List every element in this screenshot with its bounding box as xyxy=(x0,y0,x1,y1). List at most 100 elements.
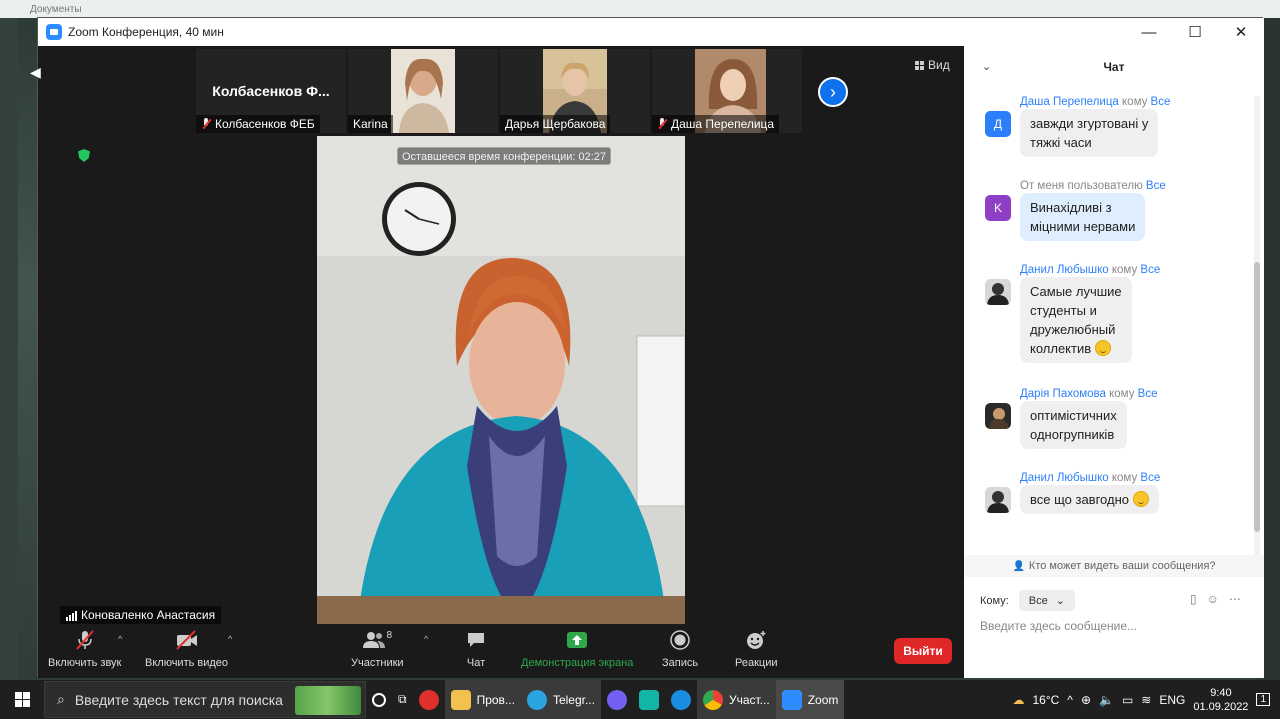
app-label: Пров... xyxy=(476,692,515,707)
message-header: Данил Любышко кому Все xyxy=(1020,472,1160,484)
message-text: Винахідливі з xyxy=(1030,200,1112,215)
participant-tile[interactable]: Даша Перепелица xyxy=(652,49,802,133)
view-label: Вид xyxy=(928,58,950,72)
chevron-down-icon[interactable]: ⌄ xyxy=(982,60,991,73)
participant-name: Колбасенков ФЕБ xyxy=(215,117,315,131)
start-video-button[interactable]: Включить видео xyxy=(145,629,228,669)
participants-button[interactable]: 8 Участники xyxy=(351,629,404,670)
battery-icon[interactable]: ▭ xyxy=(1122,693,1133,707)
recipient-name[interactable]: Все xyxy=(1146,180,1166,192)
more-icon[interactable]: ⋯ xyxy=(1229,592,1241,606)
sender-name[interactable]: Данил Любышко xyxy=(1020,264,1109,276)
share-screen-button[interactable]: Демонстрация экрана xyxy=(521,629,633,669)
message-text: студенты и xyxy=(1030,303,1097,318)
taskbar: ⌕ Введите здесь текст для поиска ⧉ Пров.… xyxy=(0,680,1280,719)
chevron-up-icon[interactable]: ^ xyxy=(1067,693,1073,707)
edge-app[interactable] xyxy=(665,680,697,719)
speaker-video-frame xyxy=(317,136,685,625)
recipient-name[interactable]: Все xyxy=(1140,264,1160,276)
file-icon[interactable]: ▯ xyxy=(1190,592,1197,606)
next-page-button[interactable]: › xyxy=(818,77,848,107)
zoom-app[interactable]: Zoom xyxy=(775,680,845,719)
sender-name[interactable]: Даша Перепелица xyxy=(1020,96,1119,108)
back-arrow-icon[interactable]: ◀ xyxy=(30,64,41,81)
weather-temp[interactable]: 16°C xyxy=(1032,693,1059,707)
mic-muted-icon xyxy=(657,118,667,130)
avatar xyxy=(985,279,1011,305)
weather-cloud-icon[interactable]: ☁ xyxy=(1012,693,1024,707)
task-view-button[interactable]: ⧉ xyxy=(392,680,413,719)
close-button[interactable]: ✕ xyxy=(1218,18,1264,46)
telegram-app[interactable]: Telegr... xyxy=(520,680,601,719)
window-title: Zoom Конференция, 40 мин xyxy=(68,25,224,39)
message-text: одногрупників xyxy=(1030,427,1115,442)
viber-app[interactable] xyxy=(601,680,633,719)
notifications-icon[interactable]: 1 xyxy=(1256,693,1270,706)
app-label: Telegr... xyxy=(552,692,595,707)
task-view-button[interactable] xyxy=(366,680,392,719)
wifi-icon[interactable]: ≋ xyxy=(1141,693,1151,707)
clock[interactable]: 9:40 01.09.2022 xyxy=(1193,686,1248,714)
share-screen-label: Демонстрация экрана xyxy=(521,657,634,669)
taskbar-search[interactable]: ⌕ Введите здесь текст для поиска xyxy=(44,681,366,718)
maximize-button[interactable]: ☐ xyxy=(1172,18,1218,46)
message-text: все що завгодно xyxy=(1030,492,1129,507)
participant-tile[interactable]: Колбасенков Ф... Колбасенков ФЕБ xyxy=(196,49,346,133)
recipient-label: Кому: xyxy=(980,594,1009,607)
explorer-app[interactable]: Пров... xyxy=(444,680,521,719)
participants-count: 8 xyxy=(386,629,393,641)
chat-message: От меня пользователю Все K Винахідливі з… xyxy=(964,180,1254,250)
security-shield-icon[interactable] xyxy=(78,149,90,162)
minimize-button[interactable]: — xyxy=(1126,18,1172,46)
chat-input[interactable]: Введите здесь сообщение... xyxy=(980,619,1137,633)
record-button[interactable]: Запись xyxy=(662,629,698,669)
messages-app[interactable] xyxy=(633,680,665,719)
chat-message: Дарія Пахомова кому Все оптимістичних одн… xyxy=(964,388,1254,458)
opera-app[interactable] xyxy=(413,680,445,719)
network-icon[interactable]: ⊕ xyxy=(1081,693,1091,707)
chat-title: Чат xyxy=(1103,60,1125,74)
participants-icon xyxy=(362,632,385,648)
recipient-dropdown[interactable]: Все ⌄ xyxy=(1018,590,1075,611)
leave-button[interactable]: Выйти xyxy=(894,638,952,664)
reactions-label: Реакции xyxy=(735,657,778,669)
audio-options-caret-icon[interactable]: ^ xyxy=(118,634,122,644)
participants-options-caret-icon[interactable]: ^ xyxy=(424,634,428,644)
person-icon: 👤 xyxy=(1012,560,1025,572)
volume-icon[interactable]: 🔈 xyxy=(1099,693,1114,707)
video-options-caret-icon[interactable]: ^ xyxy=(228,634,232,644)
message-bubble: завжди згуртовані у тяжкі часи xyxy=(1020,109,1159,157)
recipient-name[interactable]: Все xyxy=(1151,96,1171,108)
clock-time: 9:40 xyxy=(1210,686,1232,699)
search-highlight-image xyxy=(295,686,361,715)
start-button[interactable] xyxy=(0,680,44,719)
sender-name[interactable]: Данил Любышко xyxy=(1020,472,1109,484)
emoji-icon[interactable]: ☺ xyxy=(1207,592,1219,606)
chrome-app[interactable]: Участ... xyxy=(696,680,776,719)
sender-name[interactable]: Дарія Пахомова xyxy=(1020,388,1106,400)
search-icon: ⌕ xyxy=(57,691,65,707)
search-placeholder: Введите здесь текст для поиска xyxy=(74,691,283,708)
participant-tile[interactable]: Дарья Щербакова xyxy=(500,49,650,133)
viber-icon xyxy=(606,689,627,710)
mic-muted-icon xyxy=(201,118,211,130)
reactions-button[interactable]: Реакции xyxy=(735,629,778,669)
view-button[interactable]: Вид xyxy=(915,58,950,72)
participant-video xyxy=(391,49,455,133)
microphone-muted-icon xyxy=(75,630,94,650)
language-indicator[interactable]: ENG xyxy=(1159,693,1185,707)
chat-button[interactable]: Чат xyxy=(466,629,486,669)
chat-scrollbar[interactable] xyxy=(1254,96,1260,566)
participant-tile[interactable]: Karina xyxy=(348,49,498,133)
unmute-button[interactable]: Включить звук xyxy=(48,629,121,669)
scrollbar-thumb[interactable] xyxy=(1254,262,1260,532)
avatar xyxy=(985,403,1011,429)
who-can-see-link[interactable]: 👤 Кто может видеть ваши сообщения? xyxy=(964,555,1264,577)
recipient-prefix: кому xyxy=(1108,264,1141,276)
task-view-icon: ⧉ xyxy=(398,692,407,706)
meeting-toolbar: Включить звук ^ Включить видео ^ 8 Участ… xyxy=(38,624,964,678)
recipient-name[interactable]: Все xyxy=(1138,388,1158,400)
recipient-name[interactable]: Все xyxy=(1140,472,1160,484)
message-header: От меня пользователю Все xyxy=(1020,180,1166,192)
avatar: Д xyxy=(985,111,1011,137)
